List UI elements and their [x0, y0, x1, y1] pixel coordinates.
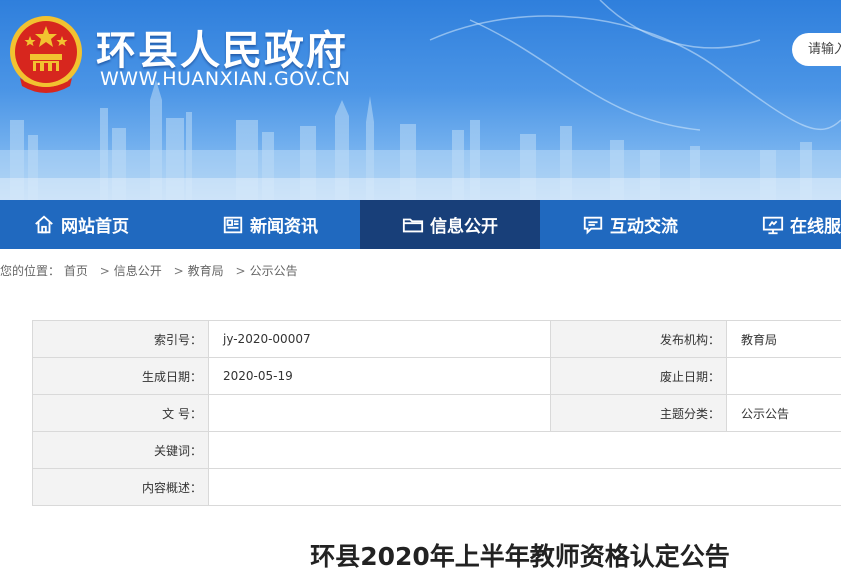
breadcrumb-separator: > — [235, 264, 246, 278]
nav-label: 网站首页 — [61, 217, 129, 237]
breadcrumb-link-education-bureau[interactable]: 教育局 — [188, 264, 224, 278]
summary-value — [208, 468, 841, 506]
nav-label: 在线服务 — [790, 217, 841, 237]
publisher-label: 发布机构： — [550, 320, 727, 358]
nav-label: 互动交流 — [610, 217, 678, 237]
article-title: 环县2020年上半年教师资格认定公告 — [310, 542, 730, 571]
news-icon — [223, 216, 243, 233]
table-row: 文 号： 主题分类： 公示公告 — [32, 394, 841, 432]
expire-date-label: 废止日期： — [550, 357, 727, 395]
nav-item-info-disclosure[interactable]: 信息公开 — [360, 200, 540, 249]
folder-icon — [402, 218, 424, 232]
home-icon — [35, 215, 53, 233]
index-value: jy-2020-00007 — [208, 320, 551, 358]
created-date-label: 生成日期： — [32, 357, 209, 395]
table-row: 关键词： — [32, 431, 841, 469]
search-input[interactable] — [792, 33, 841, 66]
breadcrumb-separator: > — [99, 264, 110, 278]
doc-number-label: 文 号： — [32, 394, 209, 432]
breadcrumb-link-notices[interactable]: 公示公告 — [250, 264, 298, 278]
nav-item-home[interactable]: 网站首页 — [0, 200, 180, 249]
monitor-icon — [762, 216, 784, 234]
publisher-value: 教育局 — [726, 320, 841, 358]
summary-label: 内容概述： — [32, 468, 209, 506]
nav-item-news[interactable]: 新闻资讯 — [180, 200, 360, 249]
document-info-table: 索引号： jy-2020-00007 发布机构： 教育局 生成日期： 2020-… — [32, 320, 841, 506]
nav-item-online-service[interactable]: 在线服务 — [720, 200, 841, 249]
table-row: 生成日期： 2020-05-19 废止日期： — [32, 357, 841, 395]
national-emblem-icon — [10, 16, 82, 93]
chat-icon — [583, 216, 603, 235]
main-nav: 网站首页 新闻资讯 信息公开 互动交流 在线服务 — [0, 200, 841, 249]
site-url: WWW.HUANXIAN.GOV.CN — [100, 68, 351, 90]
created-date-value: 2020-05-19 — [208, 357, 551, 395]
keywords-label: 关键词： — [32, 431, 209, 469]
table-row: 索引号： jy-2020-00007 发布机构： 教育局 — [32, 320, 841, 358]
doc-number-value — [208, 394, 551, 432]
nav-label: 新闻资讯 — [250, 217, 318, 237]
topic-label: 主题分类： — [550, 394, 727, 432]
breadcrumb-prefix: 您的位置： — [0, 264, 61, 278]
nav-item-interaction[interactable]: 互动交流 — [540, 200, 720, 249]
index-label: 索引号： — [32, 320, 209, 358]
breadcrumb-link-info-disclosure[interactable]: 信息公开 — [114, 264, 162, 278]
table-row: 内容概述： — [32, 468, 841, 506]
breadcrumb: 您的位置： 首页 > 信息公开 > 教育局 > 公示公告 — [0, 262, 298, 279]
expire-date-value — [726, 357, 841, 395]
breadcrumb-link-home[interactable]: 首页 — [64, 264, 88, 278]
keywords-value — [208, 431, 841, 469]
topic-value: 公示公告 — [726, 394, 841, 432]
header-banner: 环县人民政府 WWW.HUANXIAN.GOV.CN — [0, 0, 841, 200]
breadcrumb-separator: > — [173, 264, 184, 278]
nav-label: 信息公开 — [430, 217, 498, 237]
